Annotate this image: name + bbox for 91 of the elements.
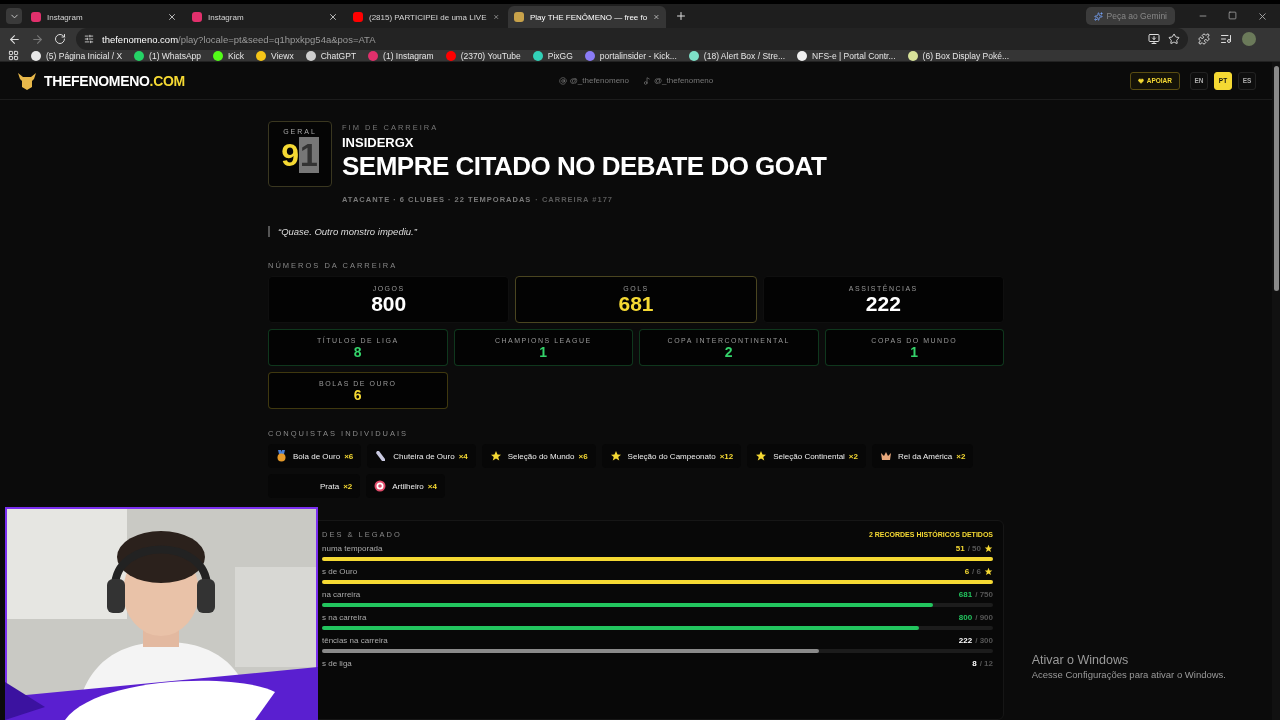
trophy-value: 1 bbox=[539, 344, 548, 359]
maximize-icon[interactable] bbox=[1228, 10, 1237, 20]
star-icon bbox=[609, 450, 622, 462]
crown-icon bbox=[880, 451, 892, 461]
achievement-chip: Rei da América ×2 bbox=[872, 444, 974, 468]
achievement-chip: Seleção do Campeonato ×12 bbox=[601, 444, 742, 468]
record-value: 800 bbox=[958, 613, 973, 622]
career-headline: SEMPRE CITADO NO DEBATE DO GOAT bbox=[342, 151, 827, 182]
trophy-value: 6 bbox=[353, 387, 362, 402]
forward-icon[interactable] bbox=[31, 32, 44, 46]
record-max: / 12 bbox=[979, 659, 993, 668]
browser-tab[interactable]: (2815) PARTICIPEI de uma LIVE bbox=[347, 6, 505, 28]
star-icon bbox=[489, 450, 502, 462]
record-label: s de Ouro bbox=[322, 567, 358, 576]
browser-tab[interactable]: Instagram bbox=[186, 6, 344, 28]
target-icon bbox=[374, 480, 387, 492]
rating-value: 91 bbox=[281, 137, 319, 173]
record-label: na carreira bbox=[322, 590, 361, 599]
close-icon[interactable] bbox=[1257, 10, 1268, 22]
bookmark-link[interactable]: (5) Página Inicial / X bbox=[31, 50, 123, 61]
new-tab-icon[interactable] bbox=[675, 10, 687, 22]
record-value: 222 bbox=[958, 636, 973, 645]
bookmark-link[interactable]: (2370) YouTube bbox=[445, 50, 521, 61]
record-max: / 900 bbox=[975, 613, 993, 622]
record-value: 6 bbox=[964, 567, 970, 576]
bookmark-link[interactable]: PixGG bbox=[532, 50, 573, 61]
bookmark-star-icon[interactable] bbox=[1168, 33, 1180, 45]
trophy-value: 1 bbox=[910, 344, 919, 359]
record-max: / 6 bbox=[972, 567, 981, 576]
bookmark-link[interactable]: ChatGPT bbox=[305, 50, 357, 61]
bookmark-link[interactable]: portalinsider - Kick... bbox=[584, 50, 677, 61]
bookmark-link[interactable]: (18) Alert Box / Stre... bbox=[688, 50, 786, 61]
sparkle-icon bbox=[1093, 11, 1103, 21]
record-label: s na carreira bbox=[322, 613, 367, 622]
record-max: / 750 bbox=[975, 590, 993, 599]
record-value: 681 bbox=[958, 590, 973, 599]
achievement-chip: Seleção do Mundo ×6 bbox=[481, 444, 596, 468]
player-name: INSIDERGX bbox=[342, 135, 415, 150]
site-logo[interactable]: THEFENOMENO.COM bbox=[44, 72, 185, 89]
record-max: / 300 bbox=[975, 636, 993, 645]
reload-icon[interactable] bbox=[54, 33, 66, 45]
install-icon[interactable] bbox=[1148, 33, 1160, 45]
site-info-icon[interactable] bbox=[84, 34, 94, 44]
stat-value: 800 bbox=[371, 293, 407, 314]
close-icon[interactable] bbox=[167, 12, 177, 22]
bookmark-link[interactable]: (6) Box Display Poké... bbox=[907, 50, 1010, 61]
achievement-chip: Prata ×2 bbox=[268, 474, 361, 498]
record-value: 8 bbox=[972, 659, 977, 668]
record-max: / 50 bbox=[967, 544, 981, 553]
back-icon[interactable] bbox=[8, 32, 21, 46]
tab-list-button[interactable] bbox=[6, 8, 22, 24]
heart-icon bbox=[1137, 77, 1144, 84]
apps-icon[interactable] bbox=[8, 50, 19, 61]
achievement-chip: Chuteira de Ouro ×4 bbox=[367, 444, 476, 468]
record-value: 51 bbox=[955, 544, 965, 553]
social-link[interactable]: @_thefenomeno bbox=[643, 76, 714, 85]
trophy-value: 8 bbox=[353, 344, 362, 359]
star-icon bbox=[984, 567, 993, 576]
activation-text: Acesse Configurações para ativar o Windows. bbox=[1031, 669, 1226, 680]
bookmark-link[interactable]: (1) WhatsApp bbox=[134, 50, 202, 61]
close-icon[interactable] bbox=[328, 12, 338, 22]
scrollbar-thumb[interactable] bbox=[1273, 66, 1279, 291]
medal-icon bbox=[276, 450, 287, 462]
stat-value: 681 bbox=[618, 293, 654, 314]
profile-avatar[interactable] bbox=[1242, 32, 1256, 46]
activation-title: Ativar o Windows bbox=[1031, 653, 1130, 667]
social-link[interactable]: @_thefenomeno bbox=[558, 76, 629, 85]
browser-tab[interactable]: Instagram bbox=[25, 6, 183, 28]
goat-logo-icon bbox=[16, 70, 38, 91]
music-note-icon bbox=[643, 76, 651, 85]
stat-value: 222 bbox=[865, 293, 901, 314]
close-icon[interactable] bbox=[492, 12, 499, 22]
extensions-icon[interactable] bbox=[1198, 33, 1210, 45]
record-label: tências na carreira bbox=[322, 636, 388, 645]
close-icon[interactable] bbox=[653, 12, 660, 22]
media-icon[interactable] bbox=[1220, 33, 1232, 45]
bookmark-link[interactable]: Viewx bbox=[256, 50, 294, 61]
bookmark-link[interactable]: Kick bbox=[213, 50, 245, 61]
star-icon bbox=[984, 544, 993, 553]
bookmark-link[interactable]: (1) Instagram bbox=[368, 50, 434, 61]
career-quote: “Quase. Outro monstro impediu.” bbox=[268, 226, 1004, 237]
browser-tab[interactable]: Play THE FENÔMENO — free fo bbox=[508, 6, 666, 28]
trophy-value: 2 bbox=[724, 344, 733, 359]
record-label: s de liga bbox=[322, 659, 352, 668]
record-label: numa temporada bbox=[322, 544, 383, 553]
achievement-chip: Artilheiro ×4 bbox=[366, 474, 445, 498]
address-field[interactable]: thefenomeno.com/play?locale=pt&seed=q1hpxkpg54a&pos=ATA bbox=[76, 28, 1188, 50]
bookmark-link[interactable]: NFS-e | Portal Contr... bbox=[797, 50, 896, 61]
star-icon bbox=[755, 450, 768, 462]
achievement-chip: Bola de Ouro ×6 bbox=[268, 444, 362, 468]
achievement-chip: Seleção Continental ×2 bbox=[747, 444, 866, 468]
